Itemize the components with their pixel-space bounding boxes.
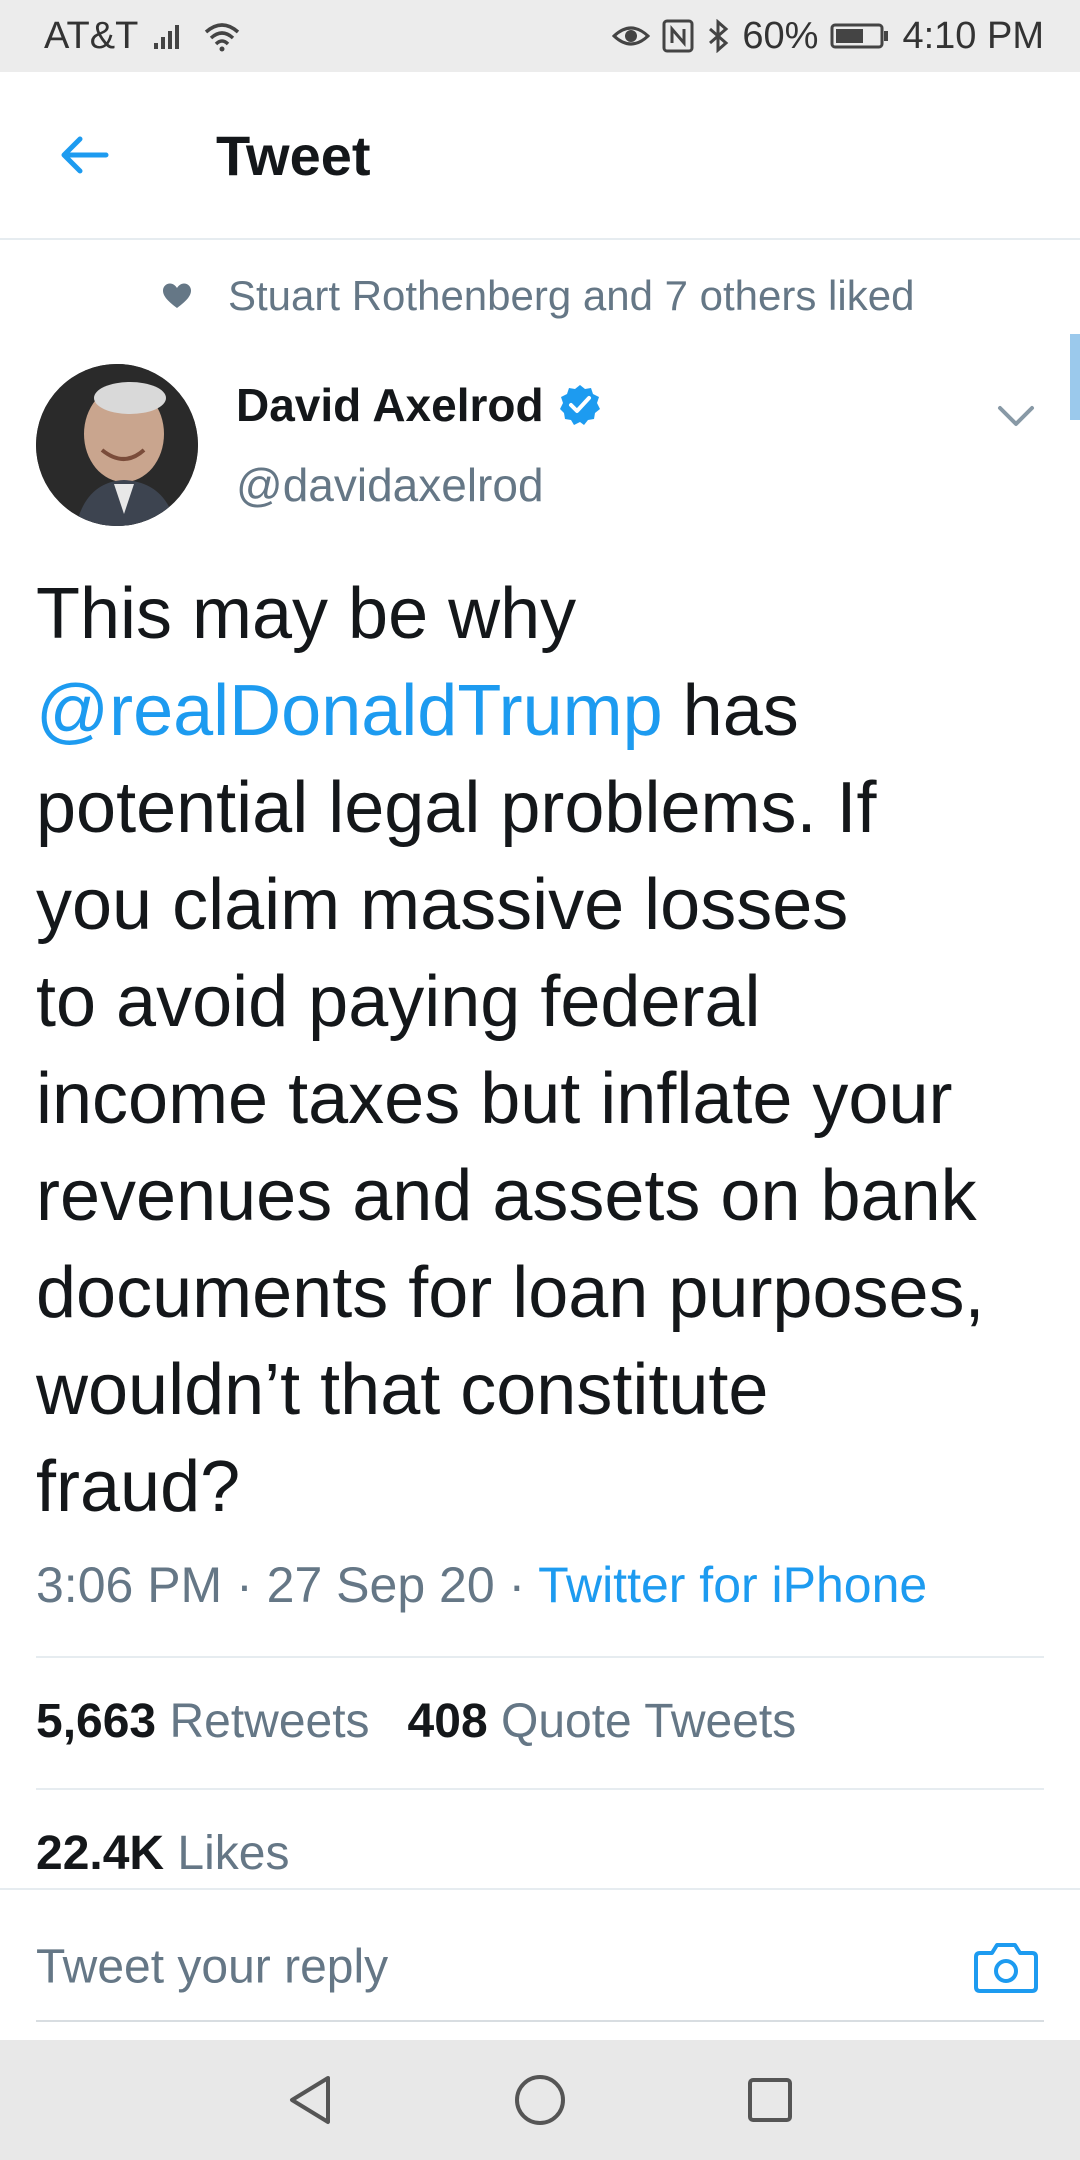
social-context[interactable]: Stuart Rothenberg and 7 others liked — [162, 272, 914, 320]
status-left: AT&T — [44, 15, 242, 58]
tweet-text: This may be why @realDonaldTrump has pot… — [36, 566, 1046, 1536]
battery-icon — [830, 22, 890, 50]
bluetooth-icon — [706, 19, 730, 53]
tweet-line: wouldn’t that constitute — [36, 1350, 769, 1430]
meta-separator: · — [494, 1557, 539, 1613]
tweet-source-link[interactable]: Twitter for iPhone — [538, 1557, 927, 1613]
avatar[interactable] — [36, 364, 198, 526]
retweets-stat[interactable]: 5,663 Retweets — [36, 1695, 370, 1748]
tweet-line-rest: has — [662, 671, 799, 751]
back-button[interactable] — [52, 123, 116, 187]
verified-badge-icon — [558, 383, 602, 427]
status-bar: AT&T 60% 4:10 PM — [0, 0, 1080, 72]
tweet-meta: 3:06 PM · 27 Sep 20 · Twitter for iPhone — [36, 1556, 927, 1614]
more-options-button[interactable] — [988, 388, 1044, 444]
square-recents-icon — [748, 2078, 792, 2122]
tweet-line: income taxes but inflate your — [36, 1059, 953, 1139]
quote-tweets-count: 408 — [407, 1695, 488, 1748]
top-app-bar: Tweet — [0, 72, 1080, 240]
system-nav-bar — [0, 2040, 1080, 2160]
nav-home-button[interactable] — [500, 2060, 580, 2140]
nav-recents-button[interactable] — [730, 2060, 810, 2140]
carrier-label: AT&T — [44, 14, 139, 57]
meta-separator: · — [222, 1557, 267, 1613]
tweet-line: documents for loan purposes, — [36, 1253, 985, 1333]
social-context-text: Stuart Rothenberg and 7 others liked — [228, 272, 915, 319]
divider — [36, 1788, 1044, 1790]
tweet-line: revenues and assets on bank — [36, 1156, 977, 1236]
battery-percent: 60% — [742, 14, 819, 57]
chevron-down-icon — [998, 406, 1034, 426]
tweet-line: fraud? — [36, 1447, 241, 1527]
engagement-stats-row: 5,663 Retweets 408 Quote Tweets — [36, 1694, 796, 1749]
reply-underline — [36, 2020, 1044, 2022]
scrollbar[interactable] — [1070, 334, 1080, 420]
status-right: 60% 4:10 PM — [612, 15, 1044, 58]
page-title: Tweet — [216, 123, 371, 187]
camera-icon — [974, 1943, 1038, 1993]
tweet-date: 27 Sep 20 — [266, 1557, 495, 1613]
retweets-count: 5,663 — [36, 1695, 157, 1748]
triangle-back-icon — [290, 2076, 330, 2124]
arrow-left-icon — [61, 136, 109, 174]
tweet-line: you claim massive losses — [36, 865, 849, 945]
quote-tweets-label: Quote Tweets — [487, 1695, 797, 1748]
nfc-icon — [662, 19, 694, 53]
heart-icon — [162, 282, 192, 310]
divider — [36, 1656, 1044, 1658]
tweet-time: 3:06 PM — [36, 1557, 223, 1613]
camera-button[interactable] — [972, 1936, 1040, 1998]
tweet-line: @realDonaldTrump has — [36, 663, 1046, 760]
author-name[interactable]: David Axelrod — [236, 378, 602, 432]
wifi-icon — [202, 20, 242, 52]
likes-label: Likes — [164, 1827, 290, 1880]
reply-input[interactable]: Tweet your reply — [36, 1940, 388, 1995]
quote-tweets-stat[interactable]: 408 Quote Tweets — [408, 1695, 797, 1748]
likes-stat[interactable]: 22.4K Likes — [36, 1826, 289, 1881]
author-handle[interactable]: @davidaxelrod — [236, 458, 544, 512]
tweet-line: potential legal problems. If — [36, 768, 877, 848]
eye-icon — [612, 22, 651, 50]
likes-count: 22.4K — [36, 1827, 165, 1880]
nav-back-button[interactable] — [270, 2060, 350, 2140]
retweets-label: Retweets — [156, 1695, 370, 1748]
status-time: 4:10 PM — [902, 14, 1044, 57]
tweet-line: to avoid paying federal — [36, 962, 761, 1042]
author-name-text: David Axelrod — [236, 379, 544, 431]
circle-home-icon — [515, 2075, 565, 2125]
mention-link[interactable]: @realDonaldTrump — [36, 671, 663, 751]
signal-icon — [152, 21, 188, 51]
tweet-line: This may be why — [36, 574, 577, 654]
